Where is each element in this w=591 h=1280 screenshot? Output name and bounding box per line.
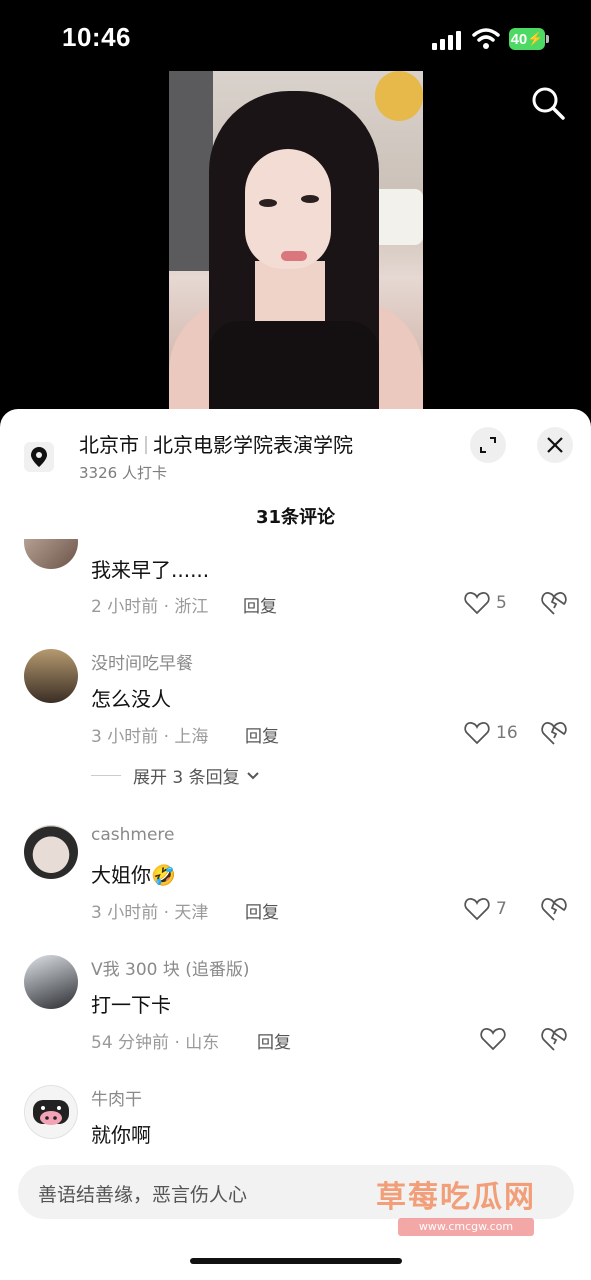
reply-button[interactable]: 回复 (245, 898, 279, 923)
watermark-url: www.cmcgw.com (398, 1218, 534, 1236)
dislike-icon[interactable] (540, 1025, 568, 1053)
heart-icon (480, 1028, 506, 1051)
wifi-icon (472, 28, 500, 49)
comment-text: 怎么没人 (91, 687, 171, 711)
search-icon[interactable] (530, 85, 566, 121)
reply-button[interactable]: 回复 (245, 722, 279, 747)
expand-replies-label: 展开 3 条回复 (133, 768, 240, 788)
user-avatar[interactable] (24, 1085, 78, 1139)
close-button[interactable] (537, 427, 573, 463)
user-avatar[interactable] (24, 539, 78, 569)
chevron-down-icon (246, 771, 259, 779)
like-count: 5 (496, 593, 507, 613)
heart-icon (464, 592, 490, 615)
heart-icon (464, 898, 490, 921)
video-preview[interactable] (169, 71, 423, 416)
video-person-eye (301, 195, 319, 203)
comment-username[interactable]: 牛肉干 (91, 1085, 142, 1110)
location-pin-icon (24, 442, 54, 472)
comment-list[interactable]: 我来早了...... 2 小时前 · 浙江 回复 5 没时间吃早餐 怎么没人 3… (0, 539, 591, 1154)
dislike-icon[interactable] (540, 895, 568, 923)
video-person-neck (255, 261, 325, 321)
comment-username[interactable]: 没时间吃早餐 (91, 649, 193, 674)
status-bar: 10:46 40 ⚡ (0, 0, 591, 80)
comment-text: 打一下卡 (91, 993, 171, 1017)
comment-text: 我来早了...... (91, 558, 210, 582)
expand-line (91, 775, 121, 776)
reply-button[interactable]: 回复 (257, 1028, 291, 1053)
battery-tip (546, 35, 549, 43)
expand-replies-button[interactable]: 展开 3 条回复 (91, 763, 260, 788)
user-avatar[interactable] (24, 955, 78, 1009)
cow-avatar-icon (33, 1100, 69, 1125)
close-icon (547, 437, 563, 453)
video-person-eye (259, 199, 277, 207)
comment-username[interactable]: V我 300 块 (追番版) (91, 955, 250, 980)
comment-username[interactable]: cashmere (91, 825, 175, 845)
like-count: 16 (496, 723, 518, 743)
dislike-icon[interactable] (540, 719, 568, 747)
like-count: 7 (496, 899, 507, 919)
location-place: 北京电影学院表演学院 (153, 433, 353, 457)
comment-input-placeholder: 善语结善缘，恶言伤人心 (38, 1184, 248, 1206)
comment-meta: 2 小时前 · 浙江 (91, 597, 209, 617)
expand-icon (480, 437, 496, 453)
status-time: 10:46 (62, 22, 131, 52)
battery-indicator: 40 ⚡ (509, 28, 545, 50)
battery-level: 40 (510, 30, 528, 48)
user-avatar[interactable] (24, 825, 78, 879)
comment-meta: 54 分钟前 · 山东 (91, 1033, 220, 1053)
watermark-text: 草莓吃瓜网 (376, 1180, 536, 1215)
expand-button[interactable] (470, 427, 506, 463)
location-city: 北京市 (79, 433, 139, 457)
comments-sheet: 北京市 北京电影学院表演学院 3326 人打卡 31条评论 我来早了...... … (0, 409, 591, 1280)
heart-icon (464, 722, 490, 745)
dislike-icon[interactable] (540, 589, 568, 617)
location-separator (145, 436, 147, 454)
comment-text: 就你啊 (91, 1123, 151, 1147)
comment-count-title: 31条评论 (255, 507, 336, 528)
location-title[interactable]: 北京市 北京电影学院表演学院 (79, 429, 353, 458)
video-person-top (209, 321, 379, 416)
cellular-signal-icon (432, 30, 464, 50)
checkin-count: 3326 人打卡 (79, 464, 167, 482)
video-person-lips (281, 251, 307, 261)
user-avatar[interactable] (24, 649, 78, 703)
laughing-emoji: 🤣 (151, 863, 176, 887)
video-bg-rack (169, 71, 213, 271)
comment-text: 大姐你🤣 (91, 859, 176, 888)
home-indicator[interactable] (190, 1258, 402, 1264)
comment-meta: 3 小时前 · 天津 (91, 903, 209, 923)
reply-button[interactable]: 回复 (243, 592, 277, 617)
comment-text-body: 大姐你 (91, 863, 151, 887)
video-bg-hat (375, 71, 423, 121)
comment-meta: 3 小时前 · 上海 (91, 727, 209, 747)
